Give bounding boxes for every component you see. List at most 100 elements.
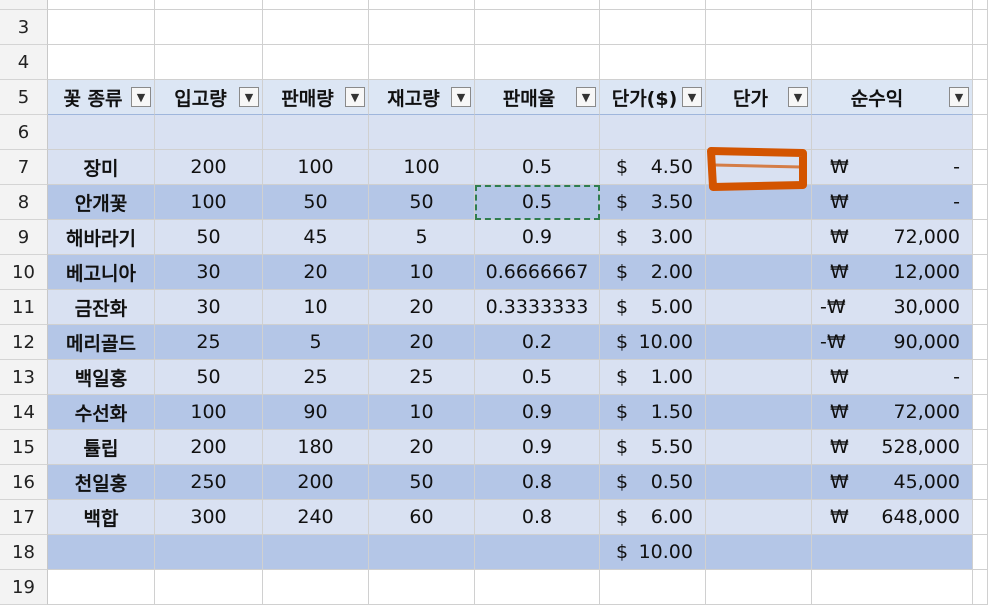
cell-empty[interactable] (812, 570, 973, 605)
table-cell[interactable] (155, 115, 263, 150)
table-cell[interactable]: 10 (369, 395, 475, 430)
row-header-14[interactable]: 14 (0, 395, 48, 430)
table-cell[interactable] (973, 430, 988, 465)
table-cell[interactable] (973, 115, 988, 150)
table-cell[interactable] (706, 465, 812, 500)
table-cell[interactable] (812, 115, 973, 150)
table-cell[interactable]: 50 (369, 185, 475, 220)
row-header-10[interactable]: 10 (0, 255, 48, 290)
row-header-4[interactable]: 4 (0, 45, 48, 80)
row-header-5[interactable]: 5 (0, 80, 48, 115)
table-cell[interactable] (973, 535, 988, 570)
flower-name-cell[interactable]: 금잔화 (48, 290, 155, 325)
table-header-cell[interactable]: 순수익 ▼ (812, 80, 973, 115)
row-header-11[interactable]: 11 (0, 290, 48, 325)
table-cell[interactable] (973, 290, 988, 325)
cell-empty[interactable] (263, 45, 369, 80)
table-cell[interactable] (369, 535, 475, 570)
table-cell[interactable]: 0.6666667 (475, 255, 600, 290)
table-header-cell[interactable]: 입고량 ▼ (155, 80, 263, 115)
table-cell[interactable] (973, 255, 988, 290)
table-cell[interactable] (973, 360, 988, 395)
table-cell[interactable]: 72,000 ₩ (812, 395, 973, 430)
cell-empty[interactable] (263, 570, 369, 605)
cell-empty[interactable] (369, 10, 475, 45)
flower-name-cell[interactable]: 튤립 (48, 430, 155, 465)
table-cell[interactable] (706, 500, 812, 535)
table-cell[interactable]: 528,000 ₩ (812, 430, 973, 465)
table-cell[interactable]: 25 (155, 325, 263, 360)
cell-empty[interactable] (706, 45, 812, 80)
cell-empty[interactable] (973, 0, 988, 10)
row-header-18[interactable]: 18 (0, 535, 48, 570)
dropdown-arrow-icon[interactable]: ▼ (682, 87, 702, 107)
table-cell[interactable]: 5 (369, 220, 475, 255)
table-cell[interactable]: 100 (369, 150, 475, 185)
cell-empty[interactable] (263, 10, 369, 45)
row-header-8[interactable]: 8 (0, 185, 48, 220)
table-cell[interactable]: 50 (369, 465, 475, 500)
table-cell[interactable]: 0.3333333 (475, 290, 600, 325)
table-cell[interactable] (706, 290, 812, 325)
row-header-19[interactable]: 19 (0, 570, 48, 605)
table-cell[interactable]: 0.5 (475, 185, 600, 220)
table-cell[interactable]: 6.00 $ (600, 500, 706, 535)
table-cell[interactable]: 1.50 $ (600, 395, 706, 430)
table-cell[interactable]: 0.5 (475, 360, 600, 395)
table-cell[interactable] (973, 325, 988, 360)
table-header-cell[interactable]: 판매량 ▼ (263, 80, 369, 115)
table-cell[interactable]: - ₩ (812, 185, 973, 220)
table-cell[interactable] (706, 325, 812, 360)
table-cell[interactable]: 180 (263, 430, 369, 465)
cell-empty[interactable] (475, 570, 600, 605)
cell-empty[interactable] (155, 45, 263, 80)
table-cell[interactable] (973, 500, 988, 535)
cell-empty[interactable] (812, 45, 973, 80)
table-cell[interactable]: 100 (155, 185, 263, 220)
flower-name-cell[interactable]: 장미 (48, 150, 155, 185)
table-cell[interactable]: 60 (369, 500, 475, 535)
table-cell[interactable]: 100 (155, 395, 263, 430)
table-cell[interactable]: 200 (155, 430, 263, 465)
cell-empty[interactable] (600, 0, 706, 10)
cell-empty[interactable] (973, 80, 988, 115)
table-cell[interactable]: 50 (263, 185, 369, 220)
table-cell[interactable] (706, 220, 812, 255)
cell-empty[interactable] (475, 10, 600, 45)
table-cell[interactable]: 250 (155, 465, 263, 500)
table-cell[interactable] (706, 535, 812, 570)
table-cell[interactable] (706, 430, 812, 465)
row-header-7[interactable]: 7 (0, 150, 48, 185)
table-header-cell[interactable]: 꽃 종류 ▼ (48, 80, 155, 115)
cell-empty[interactable] (973, 45, 988, 80)
table-cell[interactable]: 25 (369, 360, 475, 395)
table-cell[interactable] (706, 255, 812, 290)
table-header-cell[interactable]: 재고량 ▼ (369, 80, 475, 115)
table-cell[interactable]: 10 (369, 255, 475, 290)
cell-empty[interactable] (600, 570, 706, 605)
table-cell[interactable]: 30 (155, 290, 263, 325)
table-cell[interactable]: 3.00 $ (600, 220, 706, 255)
table-cell[interactable]: 45,000 ₩ (812, 465, 973, 500)
table-cell[interactable] (263, 535, 369, 570)
row-header-15[interactable]: 15 (0, 430, 48, 465)
table-cell[interactable]: 30 (155, 255, 263, 290)
table-cell[interactable]: 5.00 $ (600, 290, 706, 325)
flower-name-cell[interactable]: 백일홍 (48, 360, 155, 395)
flower-name-cell[interactable]: 수선화 (48, 395, 155, 430)
flower-name-cell[interactable]: 백합 (48, 500, 155, 535)
row-header-9[interactable]: 9 (0, 220, 48, 255)
table-cell[interactable]: 90,000 -₩ (812, 325, 973, 360)
row-header-12[interactable]: 12 (0, 325, 48, 360)
table-cell[interactable] (369, 115, 475, 150)
table-cell[interactable]: 200 (155, 150, 263, 185)
cell-empty[interactable] (812, 0, 973, 10)
cell-empty[interactable] (475, 45, 600, 80)
table-cell[interactable]: 90 (263, 395, 369, 430)
table-cell[interactable]: 5.50 $ (600, 430, 706, 465)
table-cell[interactable]: 45 (263, 220, 369, 255)
table-cell[interactable]: 10.00 $ (600, 325, 706, 360)
table-cell[interactable]: 20 (369, 430, 475, 465)
cell-empty[interactable] (155, 10, 263, 45)
table-cell[interactable]: 10.00 $ (600, 535, 706, 570)
